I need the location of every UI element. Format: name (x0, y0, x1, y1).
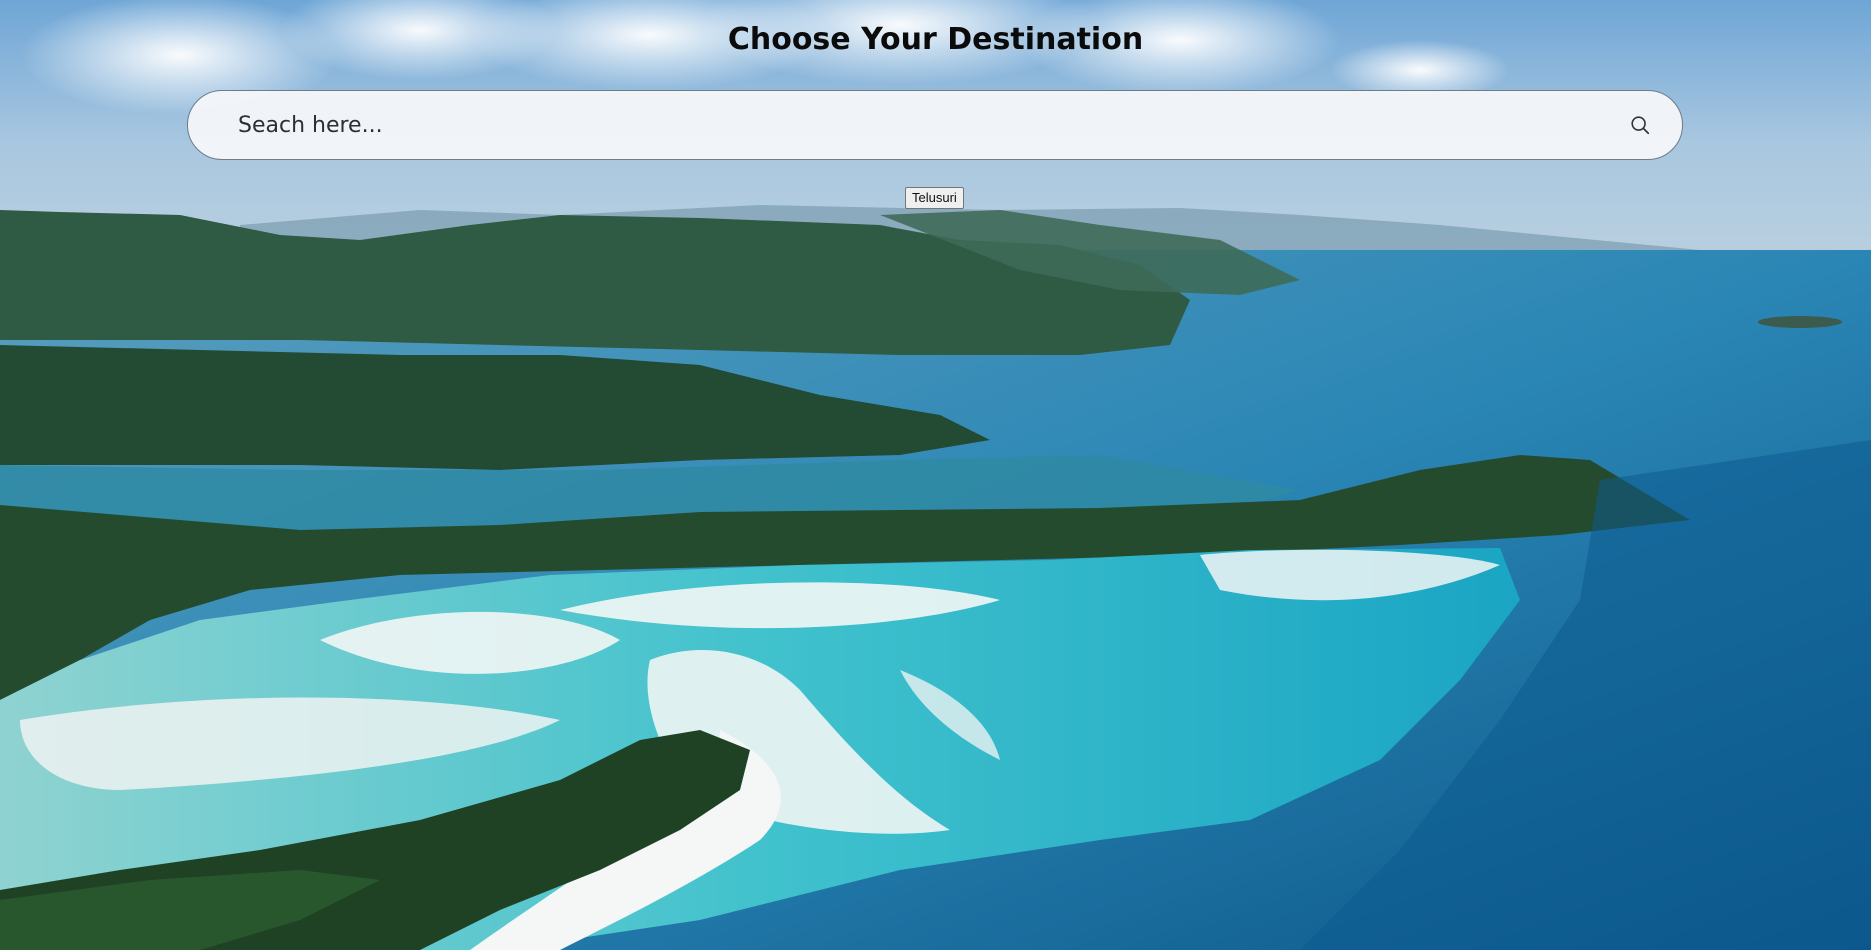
search-bar (187, 90, 1683, 160)
telusuri-button[interactable]: Telusuri (905, 187, 964, 209)
page-title: Choose Your Destination (727, 22, 1144, 57)
page: Choose Your Destination Telusuri (0, 0, 1871, 950)
search-icon[interactable] (1628, 113, 1652, 137)
search-input[interactable] (188, 90, 1628, 160)
